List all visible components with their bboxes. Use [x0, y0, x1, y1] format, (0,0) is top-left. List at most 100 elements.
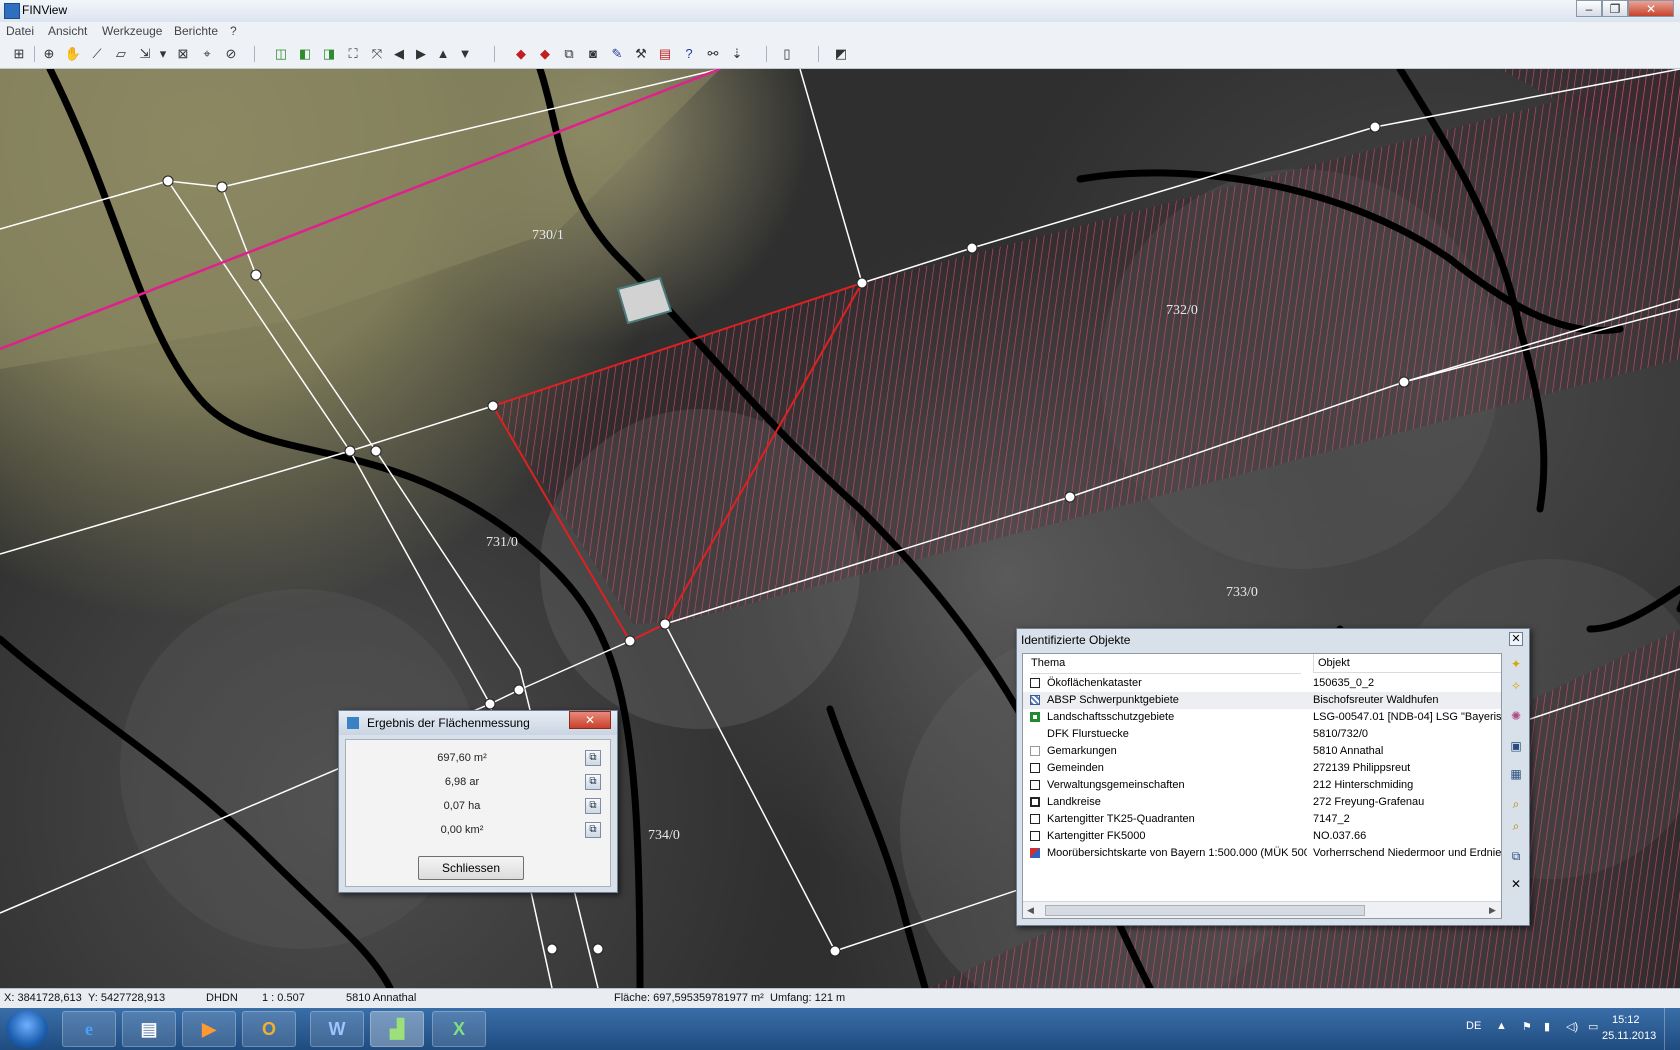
show-desktop-button[interactable]	[1664, 1008, 1680, 1050]
language-indicator[interactable]: DE	[1466, 1020, 1481, 1032]
volume-icon[interactable]: ◁)	[1566, 1020, 1578, 1033]
scrollbar-thumb[interactable]	[1045, 905, 1365, 916]
zoom-previous-icon[interactable]: ◧	[296, 45, 314, 63]
horizontal-scrollbar[interactable]: ◀ ▶	[1023, 901, 1501, 918]
zoom-in-icon[interactable]: ⊕	[40, 45, 58, 63]
restore-button[interactable]: ❐	[1602, 0, 1628, 17]
select-features-icon[interactable]: ⊠	[174, 45, 192, 63]
close-icon[interactable]: ✕	[1509, 632, 1523, 646]
select-tool-icon[interactable]: ⇲	[136, 45, 154, 63]
thema-cell: ABSP Schwerpunktgebiete	[1047, 694, 1179, 706]
list-item[interactable]: Gemeinden 272139 Philippsreut	[1023, 760, 1501, 777]
checkbox-icon	[1030, 780, 1040, 790]
list-item[interactable]: Landkreise 272 Freyung-Grafenau	[1023, 794, 1501, 811]
layer-tool-icon[interactable]: ⧉	[560, 45, 578, 63]
flash-icon[interactable]: ✺	[1507, 707, 1525, 725]
scroll-right-icon[interactable]: ▶	[1489, 905, 1496, 916]
save-icon[interactable]: ▣	[1507, 737, 1525, 755]
list-item[interactable]: Gemarkungen 5810 Annathal	[1023, 743, 1501, 760]
highlight-icon[interactable]: ✧	[1507, 677, 1525, 695]
menu-ansicht[interactable]: Ansicht	[48, 24, 87, 38]
document-icon[interactable]: ▯	[778, 45, 796, 63]
copy-icon[interactable]: ⧉	[585, 798, 601, 814]
camera-icon[interactable]: ◙	[584, 45, 602, 63]
copy-icon[interactable]: ⧉	[585, 822, 601, 838]
clock-time[interactable]: 15:12	[1612, 1014, 1640, 1026]
zoom-selection-icon[interactable]: ⤧	[368, 45, 386, 63]
file-explorer-icon[interactable]: ▤	[122, 1011, 176, 1047]
tools-icon[interactable]: ⚒	[632, 45, 650, 63]
menu-werkzeuge[interactable]: Werkzeuge	[102, 24, 162, 38]
close-icon[interactable]: ✕	[569, 711, 611, 729]
thema-cell: Kartengitter FK5000	[1047, 830, 1146, 842]
zoom-next-icon[interactable]: ◨	[320, 45, 338, 63]
measure-line-icon[interactable]: ⟋	[88, 45, 106, 63]
menu-berichte[interactable]: Berichte	[174, 24, 218, 38]
menu-datei[interactable]: Datei	[6, 24, 34, 38]
gemarkung: 5810 Annathal	[346, 992, 417, 1004]
list-item[interactable]: Moorübersichtskarte von Bayern 1:500.000…	[1023, 845, 1501, 862]
title-bar: FINView – ❐ ✕	[0, 0, 1680, 23]
clock-date[interactable]: 25.11.2013	[1602, 1030, 1656, 1042]
list-item[interactable]: ABSP Schwerpunktgebiete Bischofsreuter W…	[1023, 692, 1501, 709]
menu-help[interactable]: ?	[230, 24, 237, 38]
list-item[interactable]: Verwaltungsgemeinschaften 212 Hinterschm…	[1023, 777, 1501, 794]
zoom-full-icon[interactable]: ◫	[272, 45, 290, 63]
minimize-button[interactable]: –	[1576, 0, 1602, 17]
edit-icon[interactable]: ✎	[608, 45, 626, 63]
dropdown-arrow-icon[interactable]: ▾	[154, 45, 172, 63]
list-item[interactable]: Kartengitter FK5000 NO.037.66	[1023, 828, 1501, 845]
close-icon[interactable]: ✕	[1507, 875, 1525, 893]
toolbar: ⊞ ⊕ ✋ ⟋ ▱ ⇲ ▾ ⊠ ⌖ ⊘ ◫ ◧ ◨ ⛶ ⤧ ◀ ▶ ▲ ▼ ◆ …	[0, 41, 1680, 69]
table-icon[interactable]: ▦	[1507, 765, 1525, 783]
close-button[interactable]: Schliessen	[418, 856, 524, 880]
list-item[interactable]: Ökoflächenkataster 150635_0_2	[1023, 675, 1501, 692]
coordinate-system: DHDN	[206, 992, 238, 1004]
link-icon[interactable]: ⚯	[704, 45, 722, 63]
measure-area-icon[interactable]: ▱	[112, 45, 130, 63]
x-coordinate: X: 3841728,613	[4, 992, 82, 1004]
word-icon[interactable]: W	[310, 1011, 364, 1047]
identify-icon[interactable]: ⌖	[198, 45, 216, 63]
query-icon[interactable]: ?	[680, 45, 698, 63]
zoom-to-icon[interactable]: ⌕	[1507, 795, 1525, 813]
clear-selection-icon[interactable]: ⊘	[222, 45, 240, 63]
column-header-thema[interactable]: Thema	[1031, 654, 1301, 674]
add-layer-icon[interactable]: ⊞	[10, 45, 28, 63]
outlook-icon[interactable]: O	[242, 1011, 296, 1047]
close-window-button[interactable]: ✕	[1628, 0, 1674, 17]
dialog-title-bar[interactable]: Ergebnis der Flächenmessung ✕	[339, 711, 617, 735]
zoom-extent-icon[interactable]: ⛶	[344, 45, 362, 63]
report-icon[interactable]: ▤	[656, 45, 674, 63]
internet-explorer-icon[interactable]: e	[62, 1011, 116, 1047]
copy-icon[interactable]: ⧉	[1507, 847, 1525, 865]
list-item[interactable]: DFK Flurstuecke 5810/732/0	[1023, 726, 1501, 743]
finview-icon[interactable]: ▟	[370, 1011, 424, 1047]
objekt-cell: Vorherrschend Niedermoor und Erdniede	[1313, 847, 1501, 859]
list-item[interactable]: Landschaftsschutzgebiete LSG-00547.01 [N…	[1023, 709, 1501, 726]
alb-icon[interactable]: ◆	[536, 45, 554, 63]
panel-icon[interactable]: ◩	[832, 45, 850, 63]
media-player-icon[interactable]: ▶	[182, 1011, 236, 1047]
network-icon[interactable]: ▮	[1544, 1020, 1550, 1033]
pan-right-icon[interactable]: ▶	[412, 45, 430, 63]
flag-icon[interactable]: ⚑	[1522, 1020, 1532, 1033]
list-item[interactable]: Kartengitter TK25-Quadranten 7147_2	[1023, 811, 1501, 828]
display-icon[interactable]: ▭	[1588, 1020, 1598, 1033]
copy-icon[interactable]: ⧉	[585, 750, 601, 766]
excel-icon[interactable]: X	[432, 1011, 486, 1047]
column-header-objekt[interactable]: Objekt	[1313, 654, 1501, 673]
lightbulb-icon[interactable]: ✦	[1507, 655, 1525, 673]
pan-hand-icon[interactable]: ✋	[64, 45, 82, 63]
export-icon[interactable]: ⇣	[728, 45, 746, 63]
zoom-selection-icon[interactable]: ⌕	[1507, 817, 1525, 835]
pan-left-icon[interactable]: ◀	[390, 45, 408, 63]
objekt-cell: 7147_2	[1313, 813, 1350, 825]
pan-up-icon[interactable]: ▲	[434, 45, 452, 63]
windows-start-icon[interactable]	[6, 1010, 48, 1048]
copy-icon[interactable]: ⧉	[585, 774, 601, 790]
dfk-icon[interactable]: ◆	[512, 45, 530, 63]
show-hidden-icons-icon[interactable]: ▲	[1496, 1020, 1507, 1032]
scroll-left-icon[interactable]: ◀	[1027, 905, 1034, 916]
pan-down-icon[interactable]: ▼	[456, 45, 474, 63]
